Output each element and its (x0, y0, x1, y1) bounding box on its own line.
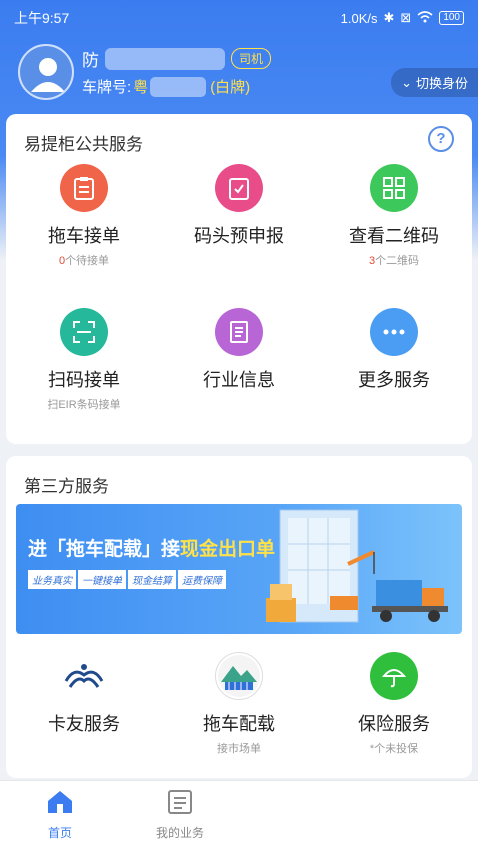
checklist-icon (215, 164, 263, 212)
bottom-tab-bar: 首页 我的业务 (0, 780, 478, 850)
service-sub: *个未投保 (369, 743, 419, 755)
plate-prefix: 粤 (133, 79, 149, 96)
service-label: 码头预申报 (194, 226, 284, 246)
more-icon (370, 308, 418, 356)
service-label: 拖车接单 (48, 226, 120, 246)
tab-home[interactable]: 首页 (20, 789, 100, 841)
list-icon (168, 790, 192, 814)
service-label: 保险服务 (358, 714, 430, 734)
service-port-declaration[interactable]: 码头预申报 (164, 164, 314, 248)
banner-tag: 一键接单 (78, 570, 126, 589)
driver-name: 防 (82, 51, 99, 70)
mute-icon: ⊠ (400, 10, 412, 25)
promo-banner[interactable]: 进「拖车配载」接现金出口单 业务真实 一键接单 现金结算 运费保障 (16, 504, 462, 634)
banner-tags: 业务真实 一键接单 现金结算 运费保障 (28, 570, 226, 589)
role-badge: 司机 (231, 48, 272, 69)
plate-line: 车牌号: 粤 (白牌) (82, 76, 250, 97)
chevron-down-icon: ⌄ (401, 74, 412, 90)
wave-logo-icon (60, 652, 108, 700)
qrcode-icon (370, 164, 418, 212)
umbrella-icon (370, 652, 418, 700)
service-industry-info[interactable]: 行业信息 (164, 308, 314, 392)
clipboard-icon (60, 164, 108, 212)
banner-quoted: 「拖车配载」 (47, 539, 162, 560)
service-label: 查看二维码 (349, 226, 439, 246)
driver-name-line: 防 司机 (82, 46, 272, 71)
qrcode-text: 个二维码 (375, 255, 420, 267)
third-party-title: 第三方服务 (24, 477, 109, 496)
avatar[interactable] (18, 44, 74, 100)
tab-label: 我的业务 (155, 826, 204, 840)
service-tow-loading[interactable]: 拖车配载 接市场单 (164, 652, 314, 756)
profile-header: 防 司机 车牌号: 粤 (白牌) ⌄ 切换身份 (18, 40, 478, 106)
service-view-qrcode[interactable]: 查看二维码 3个二维码 (319, 164, 469, 268)
service-label: 行业信息 (203, 370, 275, 390)
service-sub: 接市场单 (217, 743, 261, 755)
service-tow-order[interactable]: 拖车接单 0个待接单 (9, 164, 159, 268)
service-label: 更多服务 (358, 370, 430, 390)
public-services-card: 易提柜公共服务 ? 拖车接单 0个待接单 码头预申报 查看二维码 3个二维码 扫… (6, 114, 472, 444)
banner-tag: 业务真实 (28, 570, 76, 589)
service-more[interactable]: 更多服务 (319, 308, 469, 392)
plate-label: 车牌号: (82, 79, 132, 96)
third-party-card: 第三方服务 进「拖车配载」接现金出口单 业务真实 一键接单 现金结算 运费保障 (6, 456, 472, 778)
document-icon (215, 308, 263, 356)
bluetooth-icon: ✱ (383, 10, 395, 25)
network-speed: 1.0K/s (340, 10, 378, 26)
service-sub: 3个二维码 (319, 252, 469, 268)
switch-identity-button[interactable]: ⌄ 切换身份 (391, 68, 478, 97)
banner-highlight: 现金出口单 (180, 539, 276, 560)
banner-tag: 现金结算 (128, 570, 176, 589)
public-services-title: 易提柜公共服务 (24, 135, 143, 154)
service-insurance[interactable]: 保险服务 *个未投保 (319, 652, 469, 756)
switch-identity-label: 切换身份 (415, 76, 468, 91)
service-scan-order[interactable]: 扫码接单 扫EIR条码接单 (9, 308, 159, 412)
tab-my-business[interactable]: 我的业务 (140, 789, 220, 841)
masked-plate (150, 76, 207, 97)
mountain-logo-icon (215, 652, 263, 700)
service-truck-friend[interactable]: 卡友服务 (9, 652, 159, 736)
warehouse-truck-illustration (266, 509, 448, 623)
masked-name (105, 47, 225, 70)
service-sub: 0个待接单 (9, 252, 159, 268)
banner-prefix: 进 (28, 539, 48, 560)
banner-title: 进「拖车配载」接现金出口单 (28, 534, 275, 561)
service-label: 卡友服务 (48, 714, 120, 734)
banner-mid: 接 (161, 539, 181, 560)
status-bar: 上午9:57 1.0K/s ✱ ⊠ 100 (0, 0, 478, 36)
status-time: 上午9:57 (14, 10, 70, 26)
tab-label: 首页 (47, 826, 72, 840)
banner-tag: 运费保障 (178, 570, 226, 589)
home-icon (48, 791, 72, 813)
battery-icon: 100 (439, 11, 464, 25)
plate-type: (白牌) (210, 79, 251, 96)
service-sub: 扫EIR条码接单 (47, 399, 121, 411)
service-label: 拖车配载 (203, 714, 275, 734)
pending-text: 个待接单 (65, 255, 110, 267)
service-label: 扫码接单 (48, 370, 120, 390)
scan-icon (60, 308, 108, 356)
wifi-icon (417, 10, 433, 26)
help-icon[interactable]: ? (428, 126, 454, 152)
